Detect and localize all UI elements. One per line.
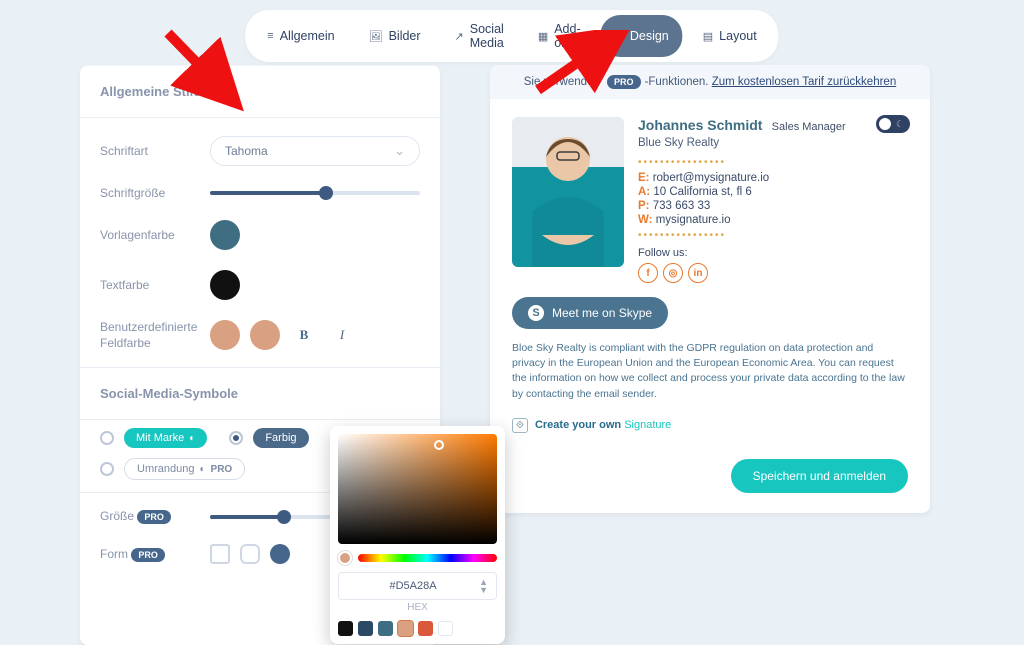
downgrade-link[interactable]: Zum kostenlosen Tarif zurückkehren: [712, 76, 897, 88]
text-color-label: Textfarbe: [100, 278, 210, 292]
follow-label: Follow us:: [638, 247, 846, 259]
tab-allgemein[interactable]: ≡Allgemein: [253, 15, 348, 57]
section-general-styles: Allgemeine Stile: [80, 66, 440, 117]
color-picker-popover: #D5A28A ▲▼ HEX: [330, 426, 505, 644]
save-button[interactable]: Speichern und anmelden: [731, 459, 908, 493]
moon-icon: ☾: [896, 119, 904, 130]
bold-button[interactable]: B: [290, 321, 318, 349]
preset-swatch[interactable]: [398, 621, 413, 636]
sig-website: W: mysignature.io: [638, 214, 846, 226]
font-select[interactable]: Tahoma: [210, 136, 420, 166]
design-panel: Allgemeine Stile Schriftart Tahoma Schri…: [80, 65, 440, 645]
section-social-icons: Social-Media-Symbole: [80, 368, 440, 419]
image-icon: 🖼: [369, 30, 383, 43]
gdpr-disclaimer: Bloe Sky Realty is compliant with the GD…: [512, 341, 908, 402]
preset-swatch[interactable]: [358, 621, 373, 636]
avatar: [512, 117, 624, 267]
sig-company: Blue Sky Realty: [638, 137, 846, 149]
list-icon: ≡: [267, 30, 273, 42]
icon-size-label: Größe PRO: [100, 509, 210, 524]
create-own-link[interactable]: ⟐ Create your own Signature: [512, 418, 908, 433]
hue-slider[interactable]: [358, 554, 497, 562]
chip-color[interactable]: Farbig: [253, 428, 308, 448]
share-icon: ↗: [455, 30, 464, 43]
tab-bilder[interactable]: 🖼Bilder: [355, 15, 435, 57]
custom-color-swatch-1[interactable]: [210, 320, 240, 350]
preview-panel: Sie verwenden PRO-Funktionen. Zum kosten…: [490, 65, 930, 513]
sig-name: Johannes Schmidt: [638, 117, 762, 133]
sig-email: E: robert@mysignature.io: [638, 172, 846, 184]
hex-label: HEX: [338, 602, 497, 613]
color-picker-indicator[interactable]: [434, 440, 444, 450]
signature-preview: Johannes Schmidt Sales Manager Blue Sky …: [512, 117, 908, 283]
sig-address: A: 10 California st, fl 6: [638, 186, 846, 198]
color-saturation-canvas[interactable]: [338, 434, 497, 544]
radio-outline[interactable]: [100, 462, 114, 476]
current-color-icon: [338, 551, 352, 565]
radio-color[interactable]: [229, 431, 243, 445]
divider-dots: ••••••••••••••••: [638, 230, 846, 241]
tab-social-media[interactable]: ↗Social Media: [441, 15, 518, 57]
sig-title: Sales Manager: [772, 121, 846, 133]
annotation-arrow-left: [160, 25, 250, 115]
linkedin-icon[interactable]: in: [688, 263, 708, 283]
template-color-label: Vorlagenfarbe: [100, 228, 210, 242]
preset-swatch[interactable]: [438, 621, 453, 636]
divider-dots: ••••••••••••••••: [638, 157, 846, 168]
annotation-arrow-right: [530, 30, 630, 100]
italic-button[interactable]: I: [328, 321, 356, 349]
hex-input[interactable]: #D5A28A ▲▼: [338, 572, 497, 600]
icon-shape-label: Form PRO: [100, 547, 210, 562]
chip-outline[interactable]: Umrandung ◐ PRO: [124, 458, 245, 480]
dark-mode-toggle[interactable]: ☾: [876, 115, 910, 133]
layout-icon: ▤: [703, 30, 713, 43]
template-color-swatch[interactable]: [210, 220, 240, 250]
hex-stepper-icon[interactable]: ▲▼: [479, 578, 488, 594]
top-nav: ≡Allgemein 🖼Bilder ↗Social Media ▦Add-on…: [245, 10, 778, 62]
radio-brand[interactable]: [100, 431, 114, 445]
preset-swatch[interactable]: [378, 621, 393, 636]
instagram-icon[interactable]: ◎: [663, 263, 683, 283]
preset-swatches: [338, 621, 497, 636]
tab-layout[interactable]: ▤Layout: [689, 15, 771, 57]
shape-option-circle[interactable]: [270, 544, 290, 564]
shape-option-rounded[interactable]: [240, 544, 260, 564]
font-size-label: Schriftgröße: [100, 186, 210, 200]
chip-brand[interactable]: Mit Marke◐: [124, 428, 207, 448]
skype-icon: S: [528, 305, 544, 321]
custom-color-swatch-2[interactable]: [250, 320, 280, 350]
facebook-icon[interactable]: f: [638, 263, 658, 283]
text-color-swatch[interactable]: [210, 270, 240, 300]
skype-button[interactable]: S Meet me on Skype: [512, 297, 668, 329]
logo-icon: ⟐: [512, 418, 528, 433]
font-label: Schriftart: [100, 144, 210, 158]
custom-color-label: Benutzerdefinierte Feldfarbe: [100, 320, 210, 351]
shape-option-square[interactable]: [210, 544, 230, 564]
sig-phone: P: 733 663 33: [638, 200, 846, 212]
preset-swatch[interactable]: [338, 621, 353, 636]
preset-swatch[interactable]: [418, 621, 433, 636]
font-size-slider[interactable]: [210, 191, 420, 195]
